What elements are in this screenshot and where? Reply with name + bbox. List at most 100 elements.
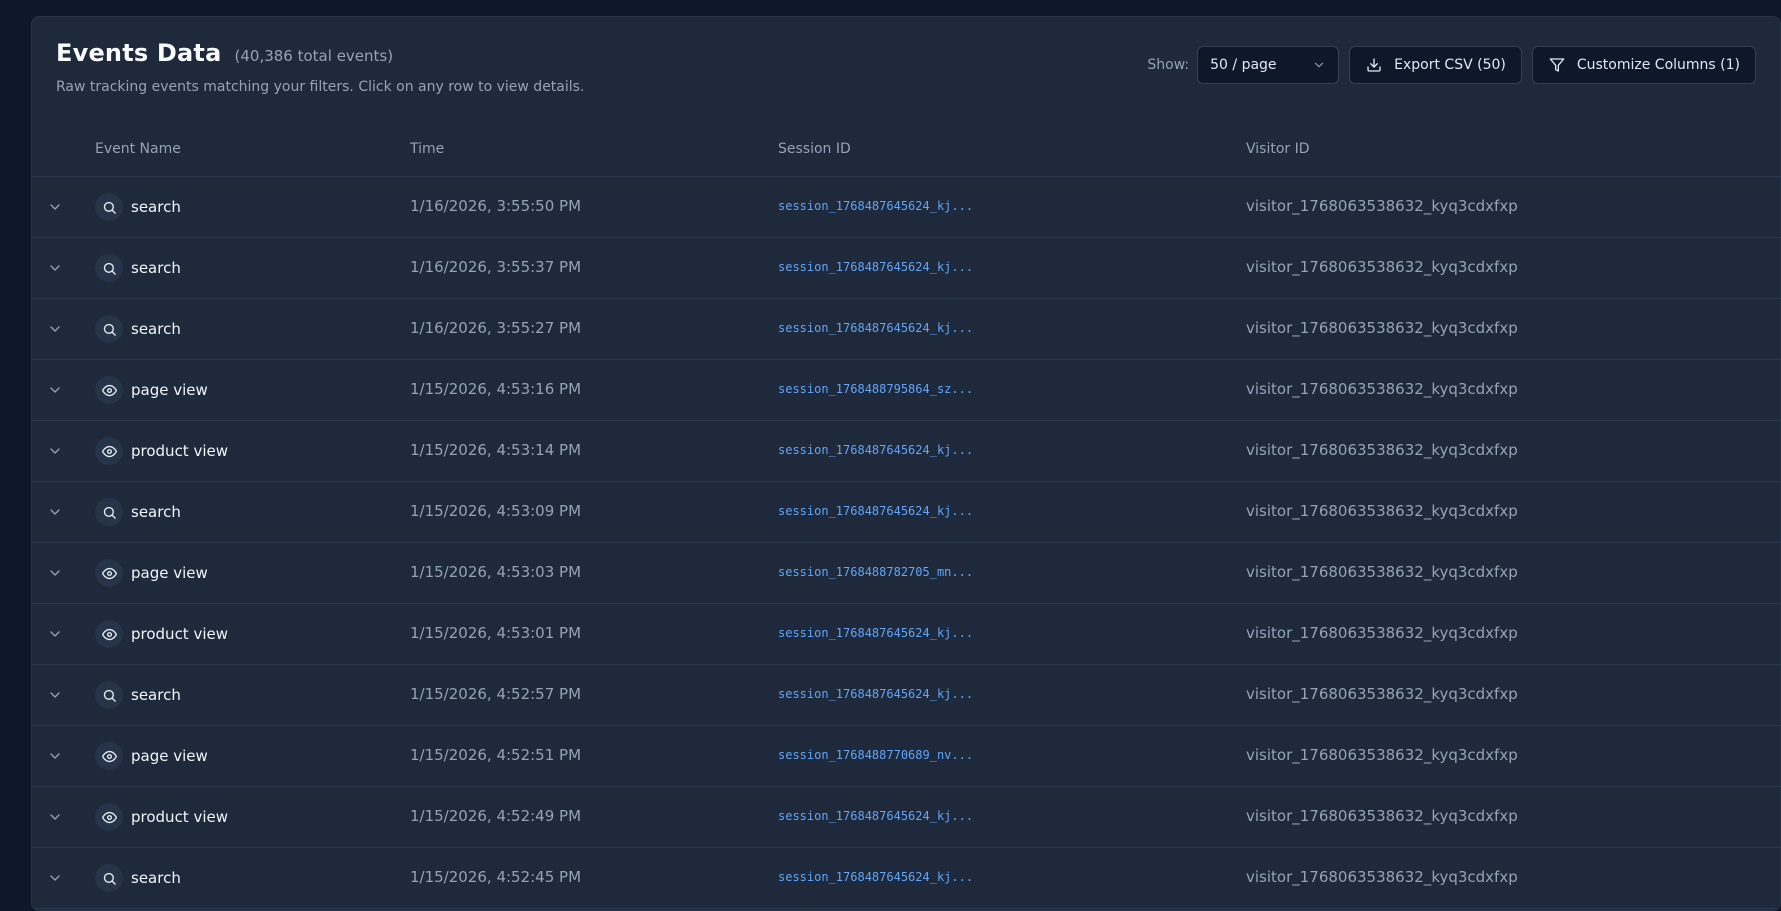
event-name-cell: search bbox=[95, 681, 181, 709]
search-icon bbox=[95, 498, 123, 526]
chevron-down-icon[interactable] bbox=[47, 565, 63, 581]
filter-icon bbox=[1549, 57, 1565, 73]
events-data-panel: Events Data (40,386 total events) Raw tr… bbox=[31, 16, 1781, 911]
column-header-session-id[interactable]: Session ID bbox=[778, 141, 851, 157]
visitor-id: visitor_1768063538632_kyq3cdxfxp bbox=[1246, 624, 1518, 642]
eye-icon bbox=[95, 742, 123, 770]
event-name: search bbox=[131, 320, 181, 338]
visitor-id: visitor_1768063538632_kyq3cdxfxp bbox=[1246, 380, 1518, 398]
event-name: page view bbox=[131, 747, 208, 765]
eye-icon bbox=[95, 437, 123, 465]
session-id-link[interactable]: session_1768487645624_kj... bbox=[778, 260, 973, 274]
session-id-link[interactable]: session_1768487645624_kj... bbox=[778, 199, 973, 213]
visitor-id: visitor_1768063538632_kyq3cdxfxp bbox=[1246, 746, 1518, 764]
session-id-link[interactable]: session_1768488795864_sz... bbox=[778, 382, 973, 396]
table-row[interactable]: search 1/15/2026, 4:52:57 PM session_176… bbox=[32, 665, 1780, 726]
event-name-cell: search bbox=[95, 864, 181, 892]
event-name-cell: search bbox=[95, 193, 181, 221]
export-csv-button[interactable]: Export CSV (50) bbox=[1349, 46, 1522, 84]
event-name-cell: product view bbox=[95, 803, 228, 831]
chevron-down-icon[interactable] bbox=[47, 748, 63, 764]
chevron-down-icon[interactable] bbox=[47, 504, 63, 520]
show-label: Show: bbox=[1147, 57, 1190, 73]
customize-columns-label: Customize Columns (1) bbox=[1576, 57, 1740, 73]
table-row[interactable]: page view 1/15/2026, 4:52:51 PM session_… bbox=[32, 726, 1780, 787]
event-time: 1/16/2026, 3:55:50 PM bbox=[410, 197, 582, 215]
visitor-id: visitor_1768063538632_kyq3cdxfxp bbox=[1246, 441, 1518, 459]
session-id-link[interactable]: session_1768487645624_kj... bbox=[778, 870, 973, 884]
chevron-down-icon bbox=[1312, 58, 1326, 72]
table-row[interactable]: product view 1/15/2026, 4:53:14 PM sessi… bbox=[32, 421, 1780, 482]
chevron-down-icon[interactable] bbox=[47, 870, 63, 886]
session-id-link[interactable]: session_1768487645624_kj... bbox=[778, 626, 973, 640]
table-row[interactable]: search 1/15/2026, 4:53:09 PM session_176… bbox=[32, 482, 1780, 543]
page-size-select[interactable]: 50 / page bbox=[1197, 46, 1340, 84]
search-icon bbox=[95, 193, 123, 221]
chevron-down-icon[interactable] bbox=[47, 260, 63, 276]
search-icon bbox=[95, 681, 123, 709]
table-row[interactable]: search 1/15/2026, 4:52:45 PM session_176… bbox=[32, 848, 1780, 909]
event-name-cell: page view bbox=[95, 376, 208, 404]
event-time: 1/15/2026, 4:52:45 PM bbox=[410, 868, 582, 886]
event-time: 1/15/2026, 4:53:14 PM bbox=[410, 441, 582, 459]
toolbar: Show: 50 / page Export CSV (50) Customiz… bbox=[1147, 46, 1756, 84]
table-row[interactable]: product view 1/15/2026, 4:52:49 PM sessi… bbox=[32, 787, 1780, 848]
table-row[interactable]: page view 1/15/2026, 4:53:03 PM session_… bbox=[32, 543, 1780, 604]
eye-icon bbox=[95, 803, 123, 831]
table-row[interactable]: page view 1/15/2026, 4:53:16 PM session_… bbox=[32, 360, 1780, 421]
column-header-visitor-id[interactable]: Visitor ID bbox=[1246, 141, 1310, 157]
visitor-id: visitor_1768063538632_kyq3cdxfxp bbox=[1246, 258, 1518, 276]
chevron-down-icon[interactable] bbox=[47, 687, 63, 703]
event-name: search bbox=[131, 503, 181, 521]
table-body: search 1/16/2026, 3:55:50 PM session_176… bbox=[32, 177, 1780, 909]
event-name-cell: page view bbox=[95, 559, 208, 587]
session-id-link[interactable]: session_1768488770689_nv... bbox=[778, 748, 973, 762]
event-time: 1/15/2026, 4:53:16 PM bbox=[410, 380, 582, 398]
session-id-link[interactable]: session_1768487645624_kj... bbox=[778, 321, 973, 335]
table-row[interactable]: product view 1/15/2026, 4:53:01 PM sessi… bbox=[32, 604, 1780, 665]
session-id-link[interactable]: session_1768487645624_kj... bbox=[778, 504, 973, 518]
session-id-link[interactable]: session_1768488782705_mn... bbox=[778, 565, 973, 579]
chevron-down-icon[interactable] bbox=[47, 626, 63, 642]
column-header-event-name[interactable]: Event Name bbox=[95, 141, 181, 157]
search-icon bbox=[95, 864, 123, 892]
chevron-down-icon[interactable] bbox=[47, 809, 63, 825]
event-name-cell: search bbox=[95, 315, 181, 343]
event-time: 1/15/2026, 4:52:49 PM bbox=[410, 807, 582, 825]
session-id-link[interactable]: session_1768487645624_kj... bbox=[778, 687, 973, 701]
event-name: product view bbox=[131, 442, 229, 460]
event-name-cell: search bbox=[95, 498, 181, 526]
export-csv-label: Export CSV (50) bbox=[1394, 57, 1506, 73]
page-title: Events Data bbox=[56, 39, 222, 67]
chevron-down-icon[interactable] bbox=[47, 443, 63, 459]
eye-icon bbox=[95, 620, 123, 648]
column-header-time[interactable]: Time bbox=[410, 141, 444, 157]
table-row[interactable]: search 1/16/2026, 3:55:37 PM session_176… bbox=[32, 238, 1780, 299]
chevron-down-icon[interactable] bbox=[47, 321, 63, 337]
session-id-link[interactable]: session_1768487645624_kj... bbox=[778, 443, 973, 457]
event-time: 1/15/2026, 4:53:01 PM bbox=[410, 624, 582, 642]
event-name-cell: product view bbox=[95, 620, 228, 648]
total-events-count: (40,386 total events) bbox=[234, 47, 394, 65]
event-name: product view bbox=[131, 808, 229, 826]
table-row[interactable]: search 1/16/2026, 3:55:50 PM session_176… bbox=[32, 177, 1780, 238]
eye-icon bbox=[95, 376, 123, 404]
event-time: 1/15/2026, 4:53:03 PM bbox=[410, 563, 582, 581]
event-name-cell: page view bbox=[95, 742, 208, 770]
event-time: 1/15/2026, 4:53:09 PM bbox=[410, 502, 582, 520]
table-row[interactable]: search 1/16/2026, 3:55:27 PM session_176… bbox=[32, 299, 1780, 360]
event-name-cell: product view bbox=[95, 437, 228, 465]
event-name: search bbox=[131, 869, 181, 887]
search-icon bbox=[95, 315, 123, 343]
event-name: search bbox=[131, 259, 181, 277]
event-name: search bbox=[131, 686, 181, 704]
download-icon bbox=[1366, 57, 1382, 73]
visitor-id: visitor_1768063538632_kyq3cdxfxp bbox=[1246, 807, 1518, 825]
panel-header: Events Data (40,386 total events) Raw tr… bbox=[32, 17, 1780, 122]
customize-columns-button[interactable]: Customize Columns (1) bbox=[1531, 46, 1756, 84]
event-time: 1/16/2026, 3:55:27 PM bbox=[410, 319, 582, 337]
chevron-down-icon[interactable] bbox=[47, 199, 63, 215]
page-subtitle: Raw tracking events matching your filter… bbox=[56, 79, 585, 95]
session-id-link[interactable]: session_1768487645624_kj... bbox=[778, 809, 973, 823]
chevron-down-icon[interactable] bbox=[47, 382, 63, 398]
